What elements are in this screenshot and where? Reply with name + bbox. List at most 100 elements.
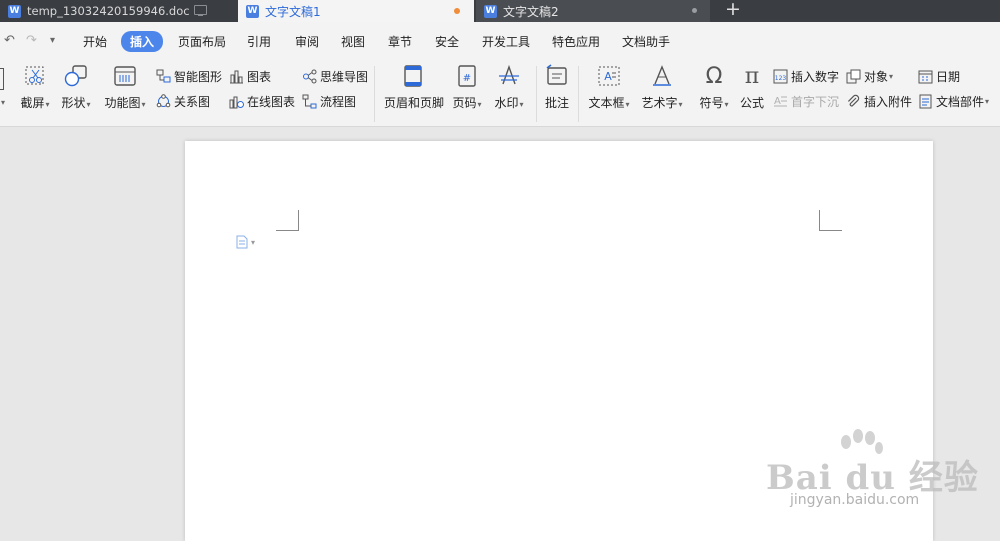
menu-home[interactable]: 开始 — [83, 33, 107, 50]
date-label: 日期 — [936, 70, 961, 84]
margin-corner-mark — [819, 210, 842, 231]
dropdown-arrow-icon[interactable]: ▾ — [1, 98, 5, 107]
ribbon-separator — [374, 66, 375, 122]
drop-cap-label: 首字下沉 — [791, 95, 840, 109]
smart-graphic-icon — [156, 69, 171, 84]
tab-document-2[interactable]: W 文字文稿2 — [476, 0, 710, 22]
page-number-button[interactable]: # 页码▾ — [450, 64, 484, 111]
symbol-button[interactable]: Ω 符号▾ — [697, 64, 731, 111]
watermark-url: jingyan.baidu.com — [790, 492, 920, 508]
object-icon — [846, 69, 861, 84]
smart-graphic-label: 智能图形 — [174, 70, 223, 84]
close-dot-icon[interactable] — [692, 8, 697, 13]
menu-page-layout[interactable]: 页面布局 — [178, 33, 226, 50]
screenshot-button[interactable]: 截屏▾ — [18, 64, 52, 111]
screenshot-icon — [23, 64, 47, 88]
formula-button[interactable]: π 公式 — [738, 64, 766, 111]
menu-insert[interactable]: 插入 — [121, 31, 164, 52]
symbol-label: 符号 — [699, 96, 724, 110]
relation-chart-label: 关系图 — [174, 95, 211, 109]
omega-symbol-icon: Ω — [705, 63, 723, 89]
document-tab-bar: W temp_13032420159946.doc W 文字文稿1 W 文字文稿… — [0, 0, 1000, 22]
tab-temp-doc[interactable]: W temp_13032420159946.doc — [0, 0, 234, 22]
customize-quick-access-icon[interactable]: ▾ — [50, 35, 55, 46]
watermark-icon — [497, 64, 521, 88]
dropdown-arrow-icon: ▾ — [985, 97, 990, 106]
unsaved-dot-icon[interactable] — [454, 8, 460, 14]
ribbon-separator — [578, 66, 579, 122]
svg-text:A: A — [774, 96, 781, 107]
menu-review[interactable]: 审阅 — [295, 33, 319, 50]
svg-text:123: 123 — [775, 75, 787, 82]
menu-document-assistant[interactable]: 文档助手 — [622, 33, 670, 50]
margin-corner-mark — [276, 210, 299, 231]
comment-button[interactable]: 批注 — [543, 64, 571, 111]
flow-chart-button[interactable]: 流程图 — [302, 93, 356, 110]
dropdown-arrow-icon: ▾ — [477, 100, 482, 109]
chart-label: 图表 — [247, 70, 272, 84]
new-tab-button[interactable]: + — [724, 0, 742, 22]
word-art-button[interactable]: 艺术字▾ — [640, 64, 684, 111]
menu-view[interactable]: 视图 — [341, 33, 365, 50]
mind-map-button[interactable]: 思维导图 — [302, 68, 368, 85]
formula-label: 公式 — [739, 96, 764, 110]
drop-cap-icon: A — [773, 94, 788, 109]
menu-chapter[interactable]: 章节 — [388, 33, 412, 50]
page-number-icon: # — [455, 64, 479, 88]
insert-number-label: 插入数字 — [791, 70, 840, 84]
chart-button[interactable]: 图表 — [229, 68, 271, 85]
watermark-label: 水印 — [494, 96, 519, 110]
monitor-icon[interactable] — [194, 5, 207, 16]
comment-label: 批注 — [544, 96, 569, 110]
paragraph-layout-control[interactable]: ▾ — [236, 235, 255, 249]
menu-bar: ↶ ↷ ▾ 开始 插入 页面布局 引用 审阅 视图 章节 安全 开发工具 特色应… — [0, 22, 1000, 60]
menu-security[interactable]: 安全 — [435, 33, 459, 50]
drop-cap-button[interactable]: A 首字下沉 — [773, 93, 839, 110]
tab-document-1[interactable]: W 文字文稿1 — [238, 0, 474, 22]
header-footer-label: 页眉和页脚 — [384, 96, 445, 110]
svg-text:#: # — [463, 73, 471, 84]
wps-writer-icon: W — [484, 4, 497, 18]
shapes-label: 形状 — [61, 96, 86, 110]
calendar-icon — [918, 69, 933, 84]
object-button[interactable]: 对象 ▾ — [846, 68, 893, 85]
text-box-button[interactable]: A 文本框▾ — [587, 64, 631, 111]
text-box-icon: A — [597, 64, 621, 88]
relation-chart-icon — [156, 94, 171, 109]
text-box-label: 文本框 — [588, 96, 625, 110]
menu-special-apps[interactable]: 特色应用 — [552, 33, 600, 50]
menu-references[interactable]: 引用 — [247, 33, 271, 50]
flow-chart-label: 流程图 — [320, 95, 357, 109]
insert-attachment-label: 插入附件 — [864, 95, 913, 109]
cut-off-icon — [0, 68, 4, 90]
redo-icon[interactable]: ↷ — [26, 33, 37, 48]
dropdown-arrow-icon: ▾ — [251, 237, 256, 247]
function-chart-icon — [113, 64, 137, 88]
menu-developer-tools[interactable]: 开发工具 — [482, 33, 530, 50]
header-footer-icon — [401, 64, 425, 88]
word-art-icon — [650, 64, 674, 88]
baidu-jingyan-watermark: Bai du 经验 jingyan.baidu.com — [762, 428, 982, 528]
dropdown-arrow-icon: ▾ — [724, 100, 729, 109]
page-number-label: 页码 — [452, 96, 477, 110]
tab-title: temp_13032420159946.doc — [27, 4, 190, 18]
dropdown-arrow-icon: ▾ — [141, 100, 146, 109]
header-footer-button[interactable]: 页眉和页脚 — [384, 64, 445, 111]
shapes-button[interactable]: 形状▾ — [59, 64, 93, 111]
function-chart-button[interactable]: 功能图▾ — [103, 64, 147, 111]
online-chart-button[interactable]: 在线图表 — [229, 93, 295, 110]
document-parts-button[interactable]: 文档部件 ▾ — [918, 93, 989, 110]
smart-graphic-button[interactable]: 智能图形 — [156, 68, 222, 85]
insert-attachment-button[interactable]: 插入附件 — [846, 93, 912, 110]
insert-number-button[interactable]: 123 插入数字 — [773, 68, 839, 85]
dropdown-arrow-icon: ▾ — [625, 100, 630, 109]
word-art-label: 艺术字 — [641, 96, 678, 110]
object-label: 对象 — [864, 70, 889, 84]
screenshot-label: 截屏 — [20, 96, 45, 110]
pi-formula-icon: π — [744, 63, 760, 89]
online-chart-label: 在线图表 — [247, 95, 296, 109]
relation-chart-button[interactable]: 关系图 — [156, 93, 210, 110]
undo-icon[interactable]: ↶ — [4, 33, 15, 48]
date-button[interactable]: 日期 — [918, 68, 960, 85]
watermark-button[interactable]: 水印▾ — [492, 64, 526, 111]
